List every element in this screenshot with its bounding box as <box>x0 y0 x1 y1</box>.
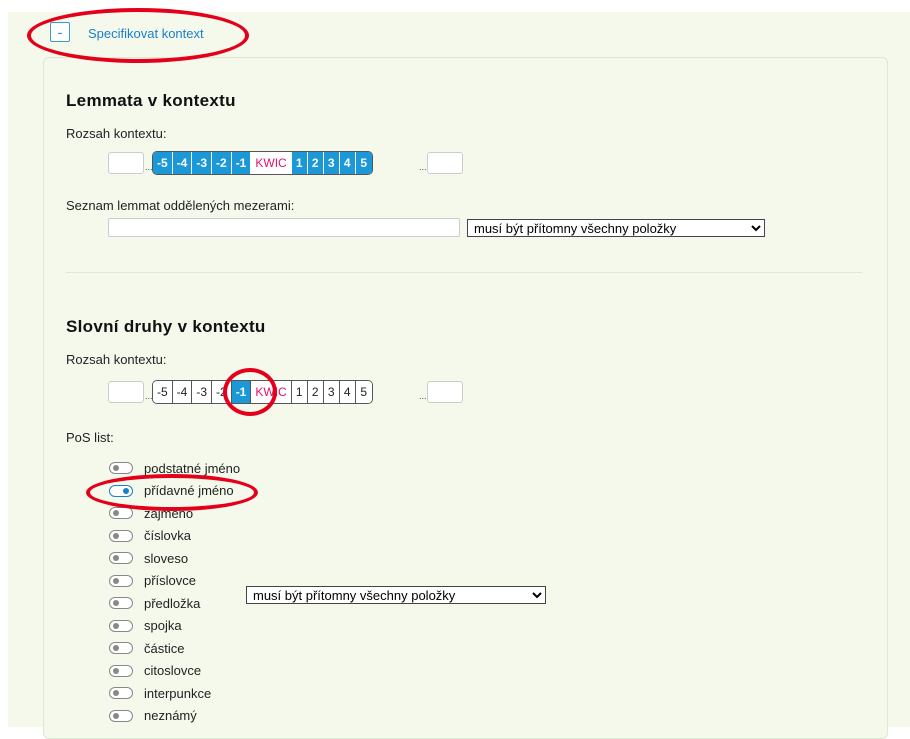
pos-item[interactable]: přídavné jméno <box>109 481 234 501</box>
pos-context-range-selector: -5 -4 -3 -2 -1 KWIC 1 2 3 4 5 <box>152 380 373 404</box>
lemma-cell-minus1[interactable]: -1 <box>231 152 252 174</box>
pos-toggle-switch[interactable] <box>109 664 133 677</box>
pos-cell-4[interactable]: 4 <box>339 381 356 403</box>
pos-item[interactable]: částice <box>109 638 184 658</box>
lemma-cell-minus5[interactable]: -5 <box>153 152 173 174</box>
pos-toggle-switch[interactable] <box>109 552 133 564</box>
pos-list-label: PoS list: <box>66 430 114 445</box>
collapse-toggle-button[interactable]: - <box>50 22 70 42</box>
pos-item-label: číslovka <box>144 528 191 543</box>
pos-section-heading: Slovní druhy v kontextu <box>66 317 266 336</box>
lemma-cell-1[interactable]: 1 <box>291 152 308 174</box>
pos-item-label: částice <box>144 640 185 656</box>
specify-context-link[interactable]: Specifikovat kontext <box>88 26 204 41</box>
pos-toggle-switch[interactable] <box>109 597 133 609</box>
pos-item[interactable]: neznámý <box>109 706 197 726</box>
pos-dots-right: ... <box>419 391 427 401</box>
lemma-section-heading: Lemmata v kontextu <box>66 91 236 110</box>
pos-item-label: příslovce <box>144 573 197 588</box>
pos-item-label: neznámý <box>144 708 197 723</box>
pos-toggle-switch[interactable] <box>109 507 133 519</box>
lemma-range-left-input[interactable] <box>108 152 144 174</box>
pos-range-left-input[interactable] <box>108 381 144 403</box>
pos-toggle-switch[interactable] <box>109 619 133 632</box>
pos-cell-3[interactable]: 3 <box>323 381 340 403</box>
pos-item-label: spojka <box>144 618 182 633</box>
pos-range-right-input[interactable] <box>427 381 463 403</box>
pos-cell-minus1[interactable]: -1 <box>231 381 252 403</box>
pos-item-label: podstatné jméno <box>144 460 241 476</box>
pos-item[interactable]: podstatné jméno <box>109 458 240 478</box>
pos-item[interactable]: číslovka <box>109 526 191 546</box>
pos-cell-minus5[interactable]: -5 <box>153 381 173 403</box>
pos-toggle-switch[interactable] <box>109 709 133 722</box>
lemma-range-label: Rozsah kontextu: <box>66 126 167 141</box>
pos-item[interactable]: citoslovce <box>109 661 201 681</box>
pos-item[interactable]: sloveso <box>109 548 188 568</box>
lemma-cell-3[interactable]: 3 <box>323 152 340 174</box>
pos-item[interactable]: spojka <box>109 616 182 636</box>
lemma-dots-right: ... <box>419 162 427 172</box>
lemma-cell-minus2[interactable]: -2 <box>212 152 232 174</box>
pos-toggle-switch[interactable] <box>109 574 133 587</box>
section-divider <box>66 272 862 273</box>
pos-item[interactable]: předložka <box>109 593 200 613</box>
pos-toggle-switch[interactable] <box>109 462 133 474</box>
pos-item-label: citoslovce <box>144 663 202 678</box>
pos-item-label: přídavné jméno <box>144 483 234 498</box>
pos-cell-minus3[interactable]: -3 <box>192 381 213 403</box>
pos-cell-minus4[interactable]: -4 <box>172 381 193 403</box>
lemma-range-right-input[interactable] <box>427 152 463 174</box>
pos-item-label: předložka <box>144 595 201 611</box>
pos-cell-2[interactable]: 2 <box>307 381 324 403</box>
pos-cell-kwic: KWIC <box>251 381 292 403</box>
pos-range-label: Rozsah kontextu: <box>66 352 167 367</box>
lemma-cell-2[interactable]: 2 <box>307 152 324 174</box>
lemma-cell-5[interactable]: 5 <box>355 152 372 174</box>
lemma-cell-minus4[interactable]: -4 <box>172 152 193 174</box>
pos-toggle-switch[interactable] <box>109 529 133 542</box>
lemma-list-label: Seznam lemmat oddělených mezerami: <box>66 198 295 213</box>
pos-condition-select[interactable]: musí být přítomny všechny položky <box>246 586 546 604</box>
lemma-list-input[interactable] <box>108 218 460 237</box>
lemma-cell-4[interactable]: 4 <box>339 152 356 174</box>
pos-item-label: interpunkce <box>144 685 212 701</box>
lemma-cell-kwic: KWIC <box>251 152 292 174</box>
pos-item[interactable]: příslovce <box>109 571 196 591</box>
pos-toggle-switch[interactable] <box>109 642 133 654</box>
pos-cell-1[interactable]: 1 <box>291 381 308 403</box>
pos-item-label: sloveso <box>144 550 189 566</box>
lemma-context-range-selector: -5 -4 -3 -2 -1 KWIC 1 2 3 4 5 <box>152 151 373 175</box>
lemma-condition-select[interactable]: musí být přítomny všechny položky <box>467 219 765 237</box>
lemma-cell-minus3[interactable]: -3 <box>192 152 213 174</box>
pos-item[interactable]: zájmeno <box>109 503 193 523</box>
pos-cell-minus2[interactable]: -2 <box>212 381 232 403</box>
pos-item[interactable]: interpunkce <box>109 683 211 703</box>
pos-cell-5[interactable]: 5 <box>355 381 372 403</box>
pos-toggle-switch[interactable] <box>109 484 133 497</box>
pos-toggle-switch[interactable] <box>109 687 133 699</box>
pos-item-label: zájmeno <box>144 505 194 521</box>
